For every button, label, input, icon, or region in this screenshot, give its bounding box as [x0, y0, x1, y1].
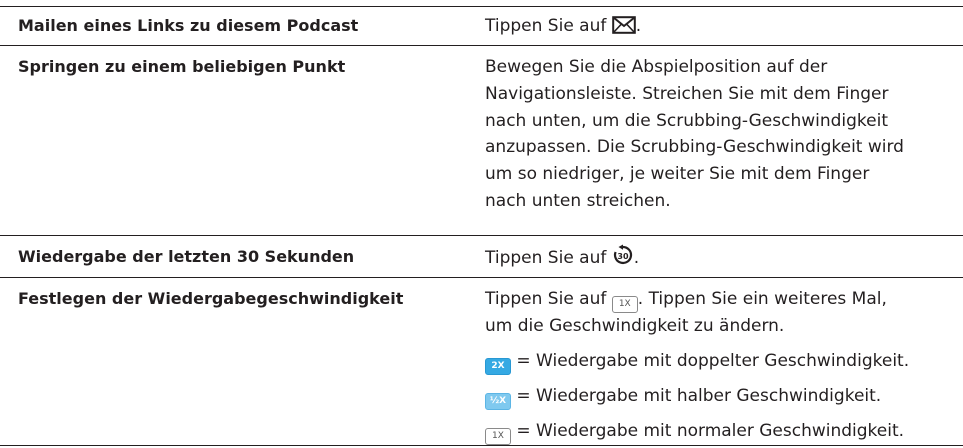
description-line: nach unten streichen. — [485, 190, 671, 211]
description-line: anzupassen. Die Scrubbing-Geschwindigkei… — [485, 137, 904, 158]
speed-item: 1X = Wiedergabe mit normaler Geschwindig… — [485, 418, 955, 445]
row-label: Festlegen der Wiedergabegeschwindigkeit — [18, 289, 404, 308]
speed-description: = Wiedergabe mit doppelter Geschwindigke… — [511, 350, 910, 371]
speed-item: 2X = Wiedergabe mit doppelter Geschwindi… — [485, 348, 955, 375]
speed-item: ½X = Wiedergabe mit halber Geschwindigke… — [485, 383, 955, 410]
description-text: Tippen Sie auf — [485, 248, 612, 268]
mail-icon — [611, 16, 636, 43]
skip-back-30-label: 30 — [617, 252, 629, 261]
description-line: Bewegen Sie die Abspielposition auf der — [485, 57, 828, 77]
description-text: . Tippen Sie ein weiteres Mal, — [637, 289, 887, 309]
skip-back-30-icon: 30 — [612, 244, 634, 275]
row-label: Mailen eines Links zu diesem Podcast — [18, 16, 359, 35]
table-row: Wiedergabe der letzten 30 Sekunden Tippe… — [0, 235, 963, 278]
speed-description: = Wiedergabe mit normaler Geschwindigkei… — [511, 420, 905, 441]
speed-half-badge: ½X — [485, 392, 511, 410]
row-description: Tippen Sie auf . — [485, 13, 955, 43]
table-row: Springen zu einem beliebigen Punkt Beweg… — [0, 45, 963, 236]
row-label: Springen zu einem beliebigen Punkt — [18, 57, 346, 76]
speed-2x-badge: 2X — [485, 357, 511, 375]
description-text: Tippen Sie auf — [485, 16, 612, 36]
table-row: Festlegen der Wiedergabegeschwindigkeit … — [0, 277, 963, 446]
description-text: Tippen Sie auf — [485, 289, 612, 309]
speed-1x-badge: 1X — [611, 296, 638, 313]
description-line: Navigationsleiste. Streichen Sie mit dem… — [485, 83, 889, 104]
row-label: Wiedergabe der letzten 30 Sekunden — [18, 247, 355, 266]
description-text: . — [635, 16, 642, 36]
description-line: nach unten, um die Scrubbing-Geschwindig… — [485, 110, 889, 131]
description-text: . — [633, 248, 640, 268]
table-row: Mailen eines Links zu diesem Podcast Tip… — [0, 6, 963, 46]
speed-description: = Wiedergabe mit halber Geschwindigkeit. — [511, 385, 882, 406]
speed-1x-badge: 1X — [485, 427, 511, 445]
description-line: um die Geschwindigkeit zu ändern. — [485, 316, 785, 336]
description-line: um so niedriger, je weiter Sie mit dem F… — [485, 164, 870, 185]
row-description: Bewegen Sie die Abspielposition auf der … — [485, 54, 955, 215]
row-description: Tippen Sie auf 1X. Tippen Sie ein weiter… — [485, 286, 955, 445]
row-description: Tippen Sie auf 30. — [485, 244, 955, 275]
